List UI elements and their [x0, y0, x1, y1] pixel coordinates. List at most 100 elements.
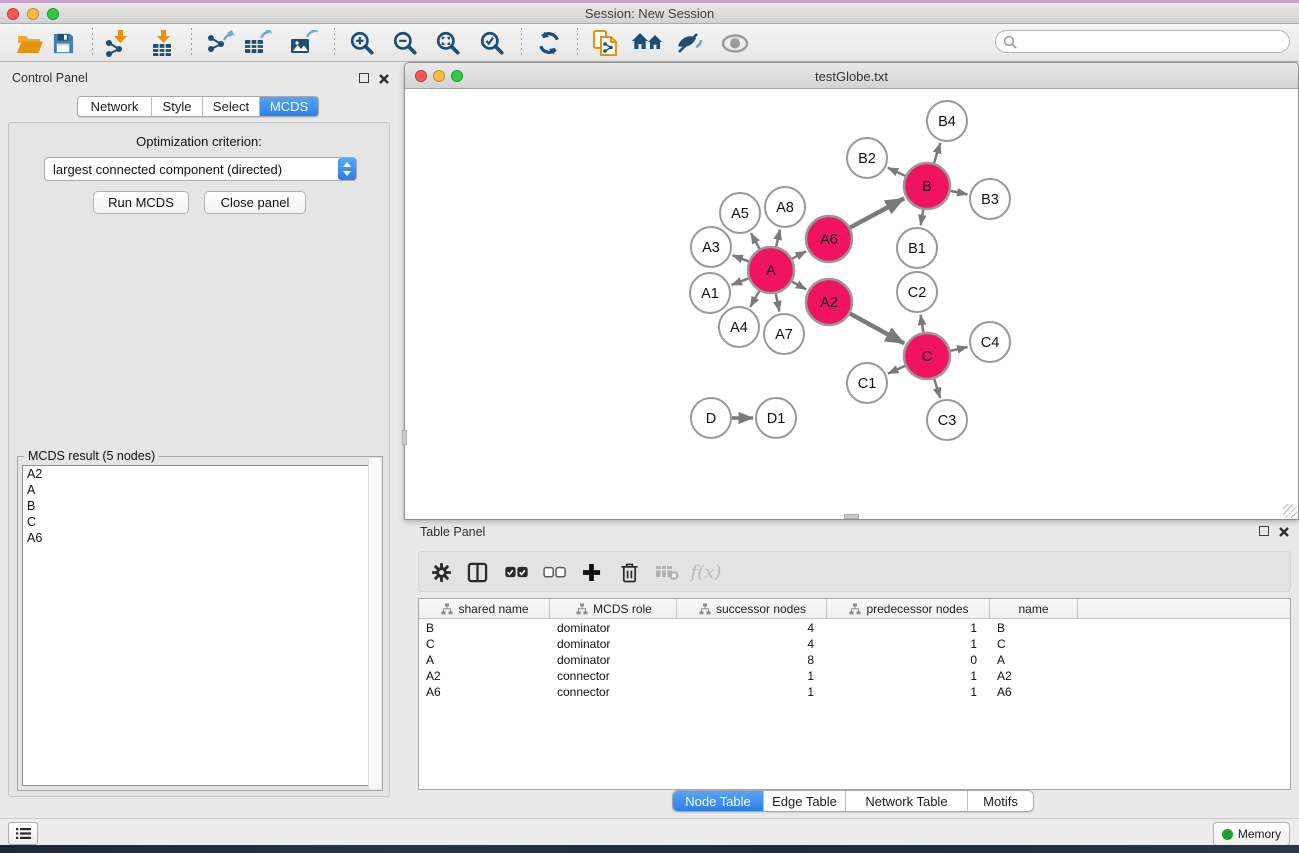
zoom-in-icon[interactable]	[345, 27, 379, 59]
control-panel-float-icon[interactable]	[359, 73, 369, 83]
tab-mcds[interactable]: MCDS	[260, 97, 318, 116]
graph-node-B[interactable]: B	[904, 163, 950, 209]
graph-edge-C-C3[interactable]	[934, 379, 940, 398]
graph-edge-A-A5[interactable]	[751, 233, 760, 249]
column-header-predecessor-nodes[interactable]: predecessor nodes	[827, 599, 990, 619]
graph-node-C3[interactable]: C3	[927, 400, 967, 440]
graph-node-B4[interactable]: B4	[927, 101, 967, 141]
window-resize-grip[interactable]	[1283, 504, 1297, 518]
duplicate-network-icon[interactable]	[588, 27, 622, 59]
delete-column-icon[interactable]	[614, 559, 644, 585]
tab-select[interactable]: Select	[203, 97, 260, 116]
graph-node-C4[interactable]: C4	[970, 322, 1010, 362]
mcds-result-list[interactable]: A2ABCA6	[22, 465, 378, 786]
column-header-shared-name[interactable]: shared name	[419, 599, 550, 619]
deselect-all-icon[interactable]	[539, 559, 569, 585]
graph-edge-B-B3[interactable]	[951, 191, 968, 195]
network-canvas[interactable]: AA1A2A3A4A5A6A7A8BB1B2B3B4CC1C2C3C4DD1	[405, 89, 1298, 519]
graph-node-A5[interactable]: A5	[720, 193, 760, 233]
graph-edge-A-A3[interactable]	[732, 255, 748, 261]
graph-edge-C-C2[interactable]	[921, 315, 924, 333]
tab-motifs[interactable]: Motifs	[968, 791, 1033, 811]
graph-node-A1[interactable]: A1	[690, 273, 730, 313]
tab-style[interactable]: Style	[152, 97, 203, 116]
column-header-successor-nodes[interactable]: successor nodes	[677, 599, 827, 619]
show-hide-graphics-icon[interactable]	[673, 27, 707, 59]
graph-node-C1[interactable]: C1	[847, 363, 887, 403]
table-row[interactable]: Bdominator41B	[419, 620, 1290, 636]
mcds-result-item[interactable]: A6	[23, 530, 377, 546]
zoom-selected-icon[interactable]	[475, 27, 509, 59]
graph-edge-A-A7[interactable]	[776, 294, 780, 312]
graph-node-A[interactable]: A	[748, 247, 794, 293]
export-network-icon[interactable]	[203, 27, 237, 59]
task-history-button[interactable]	[8, 822, 38, 845]
home-icon[interactable]	[630, 27, 664, 59]
table-panel-float-icon[interactable]	[1259, 526, 1269, 536]
table-row[interactable]: A2connector11A2	[419, 668, 1290, 684]
splitter-handle-vertical[interactable]	[402, 430, 407, 445]
graph-node-A2[interactable]: A2	[806, 279, 852, 325]
graph-edge-A6-B[interactable]	[850, 198, 904, 227]
graph-node-A7[interactable]: A7	[764, 314, 804, 354]
graph-node-A8[interactable]: A8	[765, 187, 805, 227]
save-session-icon[interactable]	[46, 27, 80, 59]
open-session-icon[interactable]	[13, 27, 47, 59]
table-panel-close-icon[interactable]	[1278, 525, 1290, 537]
splitter-handle-horizontal[interactable]	[844, 514, 859, 519]
graph-edge-A-A8[interactable]	[776, 229, 780, 246]
export-table-icon[interactable]	[241, 27, 275, 59]
select-stepper-icon[interactable]	[338, 158, 356, 180]
zoom-fit-icon[interactable]	[431, 27, 465, 59]
import-network-icon[interactable]	[101, 27, 135, 59]
graph-edge-A2-C[interactable]	[850, 314, 904, 344]
graph-edge-A-A6[interactable]	[792, 251, 806, 258]
bird-eye-view-icon[interactable]	[718, 27, 752, 59]
mcds-result-item[interactable]: A2	[23, 466, 377, 482]
graph-node-D[interactable]: D	[691, 398, 731, 438]
search-input[interactable]	[1017, 33, 1289, 51]
graph-node-C[interactable]: C	[904, 333, 950, 379]
graph-edge-A-A4[interactable]	[750, 291, 759, 307]
graph-node-A3[interactable]: A3	[691, 227, 731, 267]
graph-edge-B-B1[interactable]	[921, 210, 924, 226]
refresh-icon[interactable]	[532, 27, 566, 59]
graph-node-B1[interactable]: B1	[897, 228, 937, 268]
graph-edge-C-C1[interactable]	[888, 366, 905, 374]
tab-edge-table[interactable]: Edge Table	[764, 791, 846, 811]
mcds-result-scrollbar[interactable]	[368, 458, 381, 789]
import-table-icon[interactable]	[146, 27, 180, 59]
column-header-name[interactable]: name	[990, 599, 1078, 619]
graph-edge-B-B4[interactable]	[934, 143, 940, 163]
memory-button[interactable]: Memory	[1213, 822, 1290, 846]
export-image-icon[interactable]	[287, 27, 321, 59]
show-columns-icon[interactable]	[462, 559, 492, 585]
add-column-icon[interactable]	[576, 559, 606, 585]
graph-node-A4[interactable]: A4	[719, 307, 759, 347]
close-panel-button[interactable]: Close panel	[204, 191, 306, 214]
graph-node-D1[interactable]: D1	[756, 398, 796, 438]
graph-edge-A-A2[interactable]	[792, 282, 806, 290]
graph-node-B3[interactable]: B3	[970, 179, 1010, 219]
mcds-result-item[interactable]: B	[23, 498, 377, 514]
control-panel-close-icon[interactable]	[378, 72, 390, 84]
mcds-result-item[interactable]: C	[23, 514, 377, 530]
column-header-mcds-role[interactable]: MCDS role	[550, 599, 677, 619]
graph-edge-B-B2[interactable]	[888, 168, 905, 176]
tab-node-table[interactable]: Node Table	[673, 791, 764, 811]
select-all-icon[interactable]	[501, 559, 531, 585]
graph-node-B2[interactable]: B2	[847, 138, 887, 178]
table-row[interactable]: A6connector11A6	[419, 684, 1290, 700]
zoom-out-icon[interactable]	[388, 27, 422, 59]
criterion-select[interactable]: largest connected component (directed)	[44, 157, 357, 181]
function-builder-icon[interactable]: f(x)	[691, 559, 721, 585]
graph-edge-C-C4[interactable]	[950, 347, 967, 351]
run-mcds-button[interactable]: Run MCDS	[93, 191, 189, 214]
mcds-result-item[interactable]: A	[23, 482, 377, 498]
graph-edge-A-A1[interactable]	[732, 278, 749, 284]
table-row[interactable]: Adominator80A	[419, 652, 1290, 668]
settings-gear-icon[interactable]	[426, 559, 456, 585]
tab-network-table[interactable]: Network Table	[846, 791, 968, 811]
graph-node-A6[interactable]: A6	[806, 216, 852, 262]
table-row[interactable]: Cdominator41C	[419, 636, 1290, 652]
